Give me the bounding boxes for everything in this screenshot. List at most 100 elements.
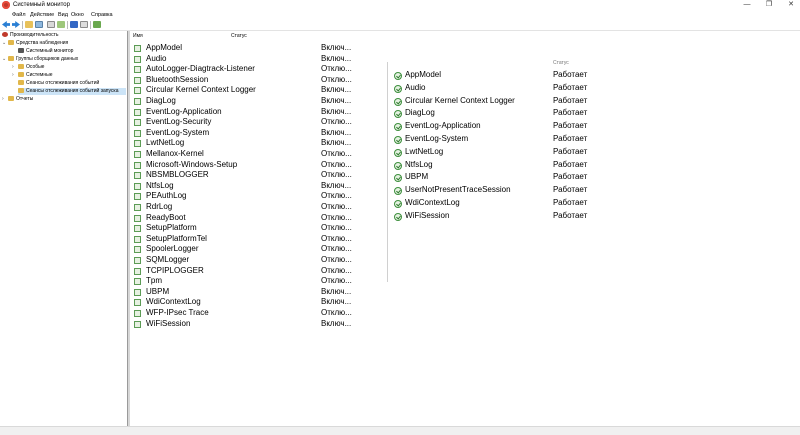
- session-status: Работает: [553, 108, 588, 118]
- session-status: Отклю...: [321, 117, 352, 127]
- session-name: SpoolerLogger: [146, 244, 199, 254]
- list-item[interactable]: UBPM Работает: [390, 171, 610, 184]
- expand-toggle-icon[interactable]: ⌄: [2, 40, 6, 47]
- tree-item-reports[interactable]: Отчеты: [8, 96, 33, 103]
- expand-toggle-icon[interactable]: ⌄: [2, 56, 6, 63]
- list-item[interactable]: SQMLogger Отклю...: [131, 255, 381, 266]
- list-item[interactable]: DiagLog Работает: [390, 107, 610, 120]
- back-arrow-icon[interactable]: [2, 21, 10, 28]
- menu-file[interactable]: Файл: [12, 11, 26, 20]
- list-item[interactable]: UBPM Включ...: [131, 287, 381, 298]
- list-item[interactable]: SetupPlatform Отклю...: [131, 223, 381, 234]
- list-item[interactable]: NBSMBLOGGER Отклю...: [131, 170, 381, 181]
- tree-item-monitoring-tools[interactable]: Средства наблюдения: [8, 40, 68, 47]
- list-item[interactable]: RdrLog Отклю...: [131, 202, 381, 213]
- pane-splitter[interactable]: [128, 31, 130, 426]
- menu-window[interactable]: Окно: [71, 11, 84, 20]
- list-item[interactable]: SpoolerLogger Отклю...: [131, 244, 381, 255]
- list-item[interactable]: EventLog-System Включ...: [131, 128, 381, 139]
- list-item[interactable]: NtfsLog Включ...: [131, 181, 381, 192]
- monitor-icon[interactable]: [93, 21, 101, 28]
- list-item[interactable]: EventLog-Security Отклю...: [131, 117, 381, 128]
- trace-session-icon: [134, 299, 141, 307]
- tree-item-event-trace-sessions[interactable]: Сеансы отслеживания событий: [18, 80, 99, 87]
- list-item[interactable]: WiFiSession Включ...: [131, 319, 381, 330]
- forward-arrow-icon[interactable]: [12, 21, 20, 28]
- session-name: NBSMBLOGGER: [146, 170, 209, 180]
- list-item[interactable]: Circular Kernel Context Logger Работает: [390, 95, 610, 108]
- list-item[interactable]: Tpm Отклю...: [131, 276, 381, 287]
- column-header-name[interactable]: Имя: [133, 31, 143, 41]
- list-item[interactable]: SetupPlatformTel Отклю...: [131, 234, 381, 245]
- session-status: Работает: [553, 121, 588, 131]
- list-item[interactable]: LwtNetLog Работает: [390, 146, 610, 159]
- new-icon[interactable]: [80, 21, 88, 28]
- folder-icon: [18, 88, 24, 94]
- list-item[interactable]: PEAuthLog Отклю...: [131, 191, 381, 202]
- tree-item-user-defined[interactable]: Особые: [18, 64, 44, 71]
- list-item[interactable]: TCPIPLOGGER Отклю...: [131, 266, 381, 277]
- session-name: Mellanox-Kernel: [146, 149, 204, 158]
- expand-toggle-icon[interactable]: ›: [12, 72, 14, 79]
- system-monitor-icon: [18, 48, 24, 54]
- trace-session-icon: [134, 161, 141, 169]
- list-item[interactable]: LwtNetLog Включ...: [131, 138, 381, 149]
- list-item[interactable]: Circular Kernel Context Logger Включ...: [131, 85, 381, 96]
- maximize-button[interactable]: ❐: [760, 0, 778, 10]
- trace-session-icon: [134, 76, 141, 84]
- list-item[interactable]: WdiContextLog Включ...: [131, 297, 381, 308]
- tree-item-system[interactable]: Системные: [18, 72, 53, 79]
- expand-toggle-icon[interactable]: ›: [2, 96, 4, 103]
- menu-view[interactable]: Вид: [58, 11, 68, 20]
- list-item[interactable]: Audio Работает: [390, 82, 610, 95]
- list-item[interactable]: DiagLog Включ...: [131, 96, 381, 107]
- column-header-status-partial[interactable]: Статус: [553, 60, 569, 66]
- list-item[interactable]: Audio Включ...: [131, 54, 381, 65]
- minimize-button[interactable]: —: [738, 0, 756, 10]
- menu-bar: Файл Действие Вид Окно Справка: [0, 11, 800, 20]
- properties-icon[interactable]: [47, 21, 55, 28]
- list-item[interactable]: AppModel Работает: [390, 69, 610, 82]
- list-item[interactable]: EventLog-Application Включ...: [131, 107, 381, 118]
- list-item[interactable]: NtfsLog Работает: [390, 159, 610, 172]
- folder-icon: [18, 72, 24, 78]
- list-item[interactable]: WiFiSession Работает: [390, 210, 610, 223]
- session-status: Отклю...: [321, 149, 352, 158]
- session-name: PEAuthLog: [146, 191, 187, 201]
- session-status: Работает: [553, 146, 588, 156]
- export-icon[interactable]: [57, 21, 65, 28]
- list-item[interactable]: Mellanox-Kernel Отклю...: [131, 149, 381, 160]
- expand-toggle-icon[interactable]: ›: [12, 64, 14, 71]
- folder-up-icon[interactable]: [25, 21, 33, 28]
- session-name: WdiContextLog: [146, 297, 201, 307]
- menu-help[interactable]: Справка: [91, 11, 113, 20]
- list-item[interactable]: EventLog-System Работает: [390, 133, 610, 146]
- session-name: BluetoothSession: [146, 74, 209, 84]
- column-header-status[interactable]: Статус: [231, 31, 247, 41]
- session-status: Отклю...: [321, 202, 352, 211]
- toolbar-separator: [22, 21, 23, 29]
- tree-item-performance[interactable]: Производительность: [2, 32, 59, 39]
- running-status-icon: [394, 123, 402, 132]
- menu-action[interactable]: Действие: [30, 11, 54, 20]
- session-name: RdrLog: [146, 202, 173, 211]
- list-item[interactable]: UserNotPresentTraceSession Работает: [390, 184, 610, 197]
- tree-item-startup-event-trace-sessions[interactable]: Сеансы отслеживания событий запуска: [18, 88, 126, 95]
- list-item[interactable]: EventLog-Application Работает: [390, 120, 610, 133]
- help-icon[interactable]: [70, 21, 78, 28]
- running-status-icon: [394, 200, 402, 208]
- list-item[interactable]: AutoLogger-Diagtrack-Listener Отклю...: [131, 64, 381, 75]
- session-name: WiFiSession: [405, 210, 450, 220]
- trace-session-icon: [134, 246, 141, 254]
- tree-item-system-monitor[interactable]: Системный монитор: [18, 48, 73, 55]
- close-button[interactable]: ✕: [782, 0, 800, 10]
- list-item[interactable]: BluetoothSession Отклю...: [131, 75, 381, 86]
- list-item[interactable]: AppModel Включ...: [131, 43, 381, 54]
- list-item[interactable]: WdiContextLog Работает: [390, 197, 610, 210]
- tree-item-data-collector-sets[interactable]: Группы сборщиков данных: [8, 56, 78, 63]
- list-item[interactable]: Microsoft-Windows-Setup Отклю...: [131, 160, 381, 171]
- console-tree-icon[interactable]: [35, 21, 43, 28]
- list-item[interactable]: ReadyBoot Отклю...: [131, 213, 381, 224]
- session-name: UserNotPresentTraceSession: [405, 185, 511, 195]
- list-item[interactable]: WFP-IPsec Trace Отклю...: [131, 308, 381, 319]
